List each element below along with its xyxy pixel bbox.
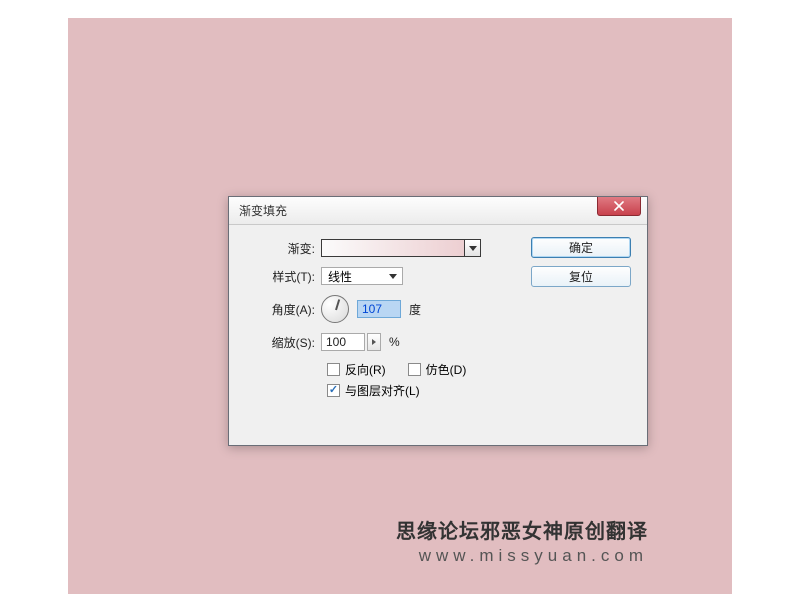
chevron-down-icon <box>389 274 397 279</box>
angle-dial[interactable] <box>321 295 349 323</box>
align-checkbox[interactable] <box>327 384 340 397</box>
align-label: 与图层对齐(L) <box>345 382 420 399</box>
scale-stepper[interactable] <box>367 333 381 351</box>
close-icon <box>613 201 625 211</box>
style-label: 样式(T): <box>243 268 321 285</box>
gradient-dropdown-arrow[interactable] <box>464 240 480 256</box>
angle-input[interactable]: 107 <box>357 300 401 318</box>
scale-unit: % <box>389 335 400 349</box>
watermark: 思缘论坛邪恶女神原创翻译 www.missyuan.com <box>396 515 648 566</box>
angle-label: 角度(A): <box>243 301 321 318</box>
gradient-fill-dialog: 渐变填充 确定 复位 渐变: 样式(T): 线性 <box>228 196 648 446</box>
reverse-label: 反向(R) <box>345 361 386 378</box>
dither-label: 仿色(D) <box>426 361 467 378</box>
angle-unit: 度 <box>409 301 421 318</box>
dither-checkbox[interactable] <box>408 363 421 376</box>
style-select[interactable]: 线性 <box>321 267 403 285</box>
close-button[interactable] <box>597 197 641 216</box>
ok-button[interactable]: 确定 <box>531 237 631 258</box>
canvas-background: 渐变填充 确定 复位 渐变: 样式(T): 线性 <box>68 18 732 594</box>
scale-input[interactable]: 100 <box>321 333 365 351</box>
reverse-checkbox[interactable] <box>327 363 340 376</box>
dialog-title: 渐变填充 <box>239 202 287 219</box>
gradient-picker[interactable] <box>321 239 481 257</box>
watermark-line2: www.missyuan.com <box>396 546 648 566</box>
gradient-label: 渐变: <box>243 240 321 257</box>
gradient-swatch <box>322 240 464 256</box>
chevron-down-icon <box>469 246 477 251</box>
checkbox-group: 反向(R) 仿色(D) 与图层对齐(L) <box>327 361 633 399</box>
chevron-right-icon <box>372 339 376 345</box>
dialog-buttons: 确定 复位 <box>531 237 631 287</box>
style-dropdown-arrow[interactable] <box>386 269 400 283</box>
scale-label: 缩放(S): <box>243 334 321 351</box>
watermark-line1: 思缘论坛邪恶女神原创翻译 <box>396 515 648 544</box>
reset-button[interactable]: 复位 <box>531 266 631 287</box>
dial-needle-icon <box>335 299 340 310</box>
dialog-titlebar[interactable]: 渐变填充 <box>229 197 647 225</box>
style-value: 线性 <box>328 268 352 285</box>
